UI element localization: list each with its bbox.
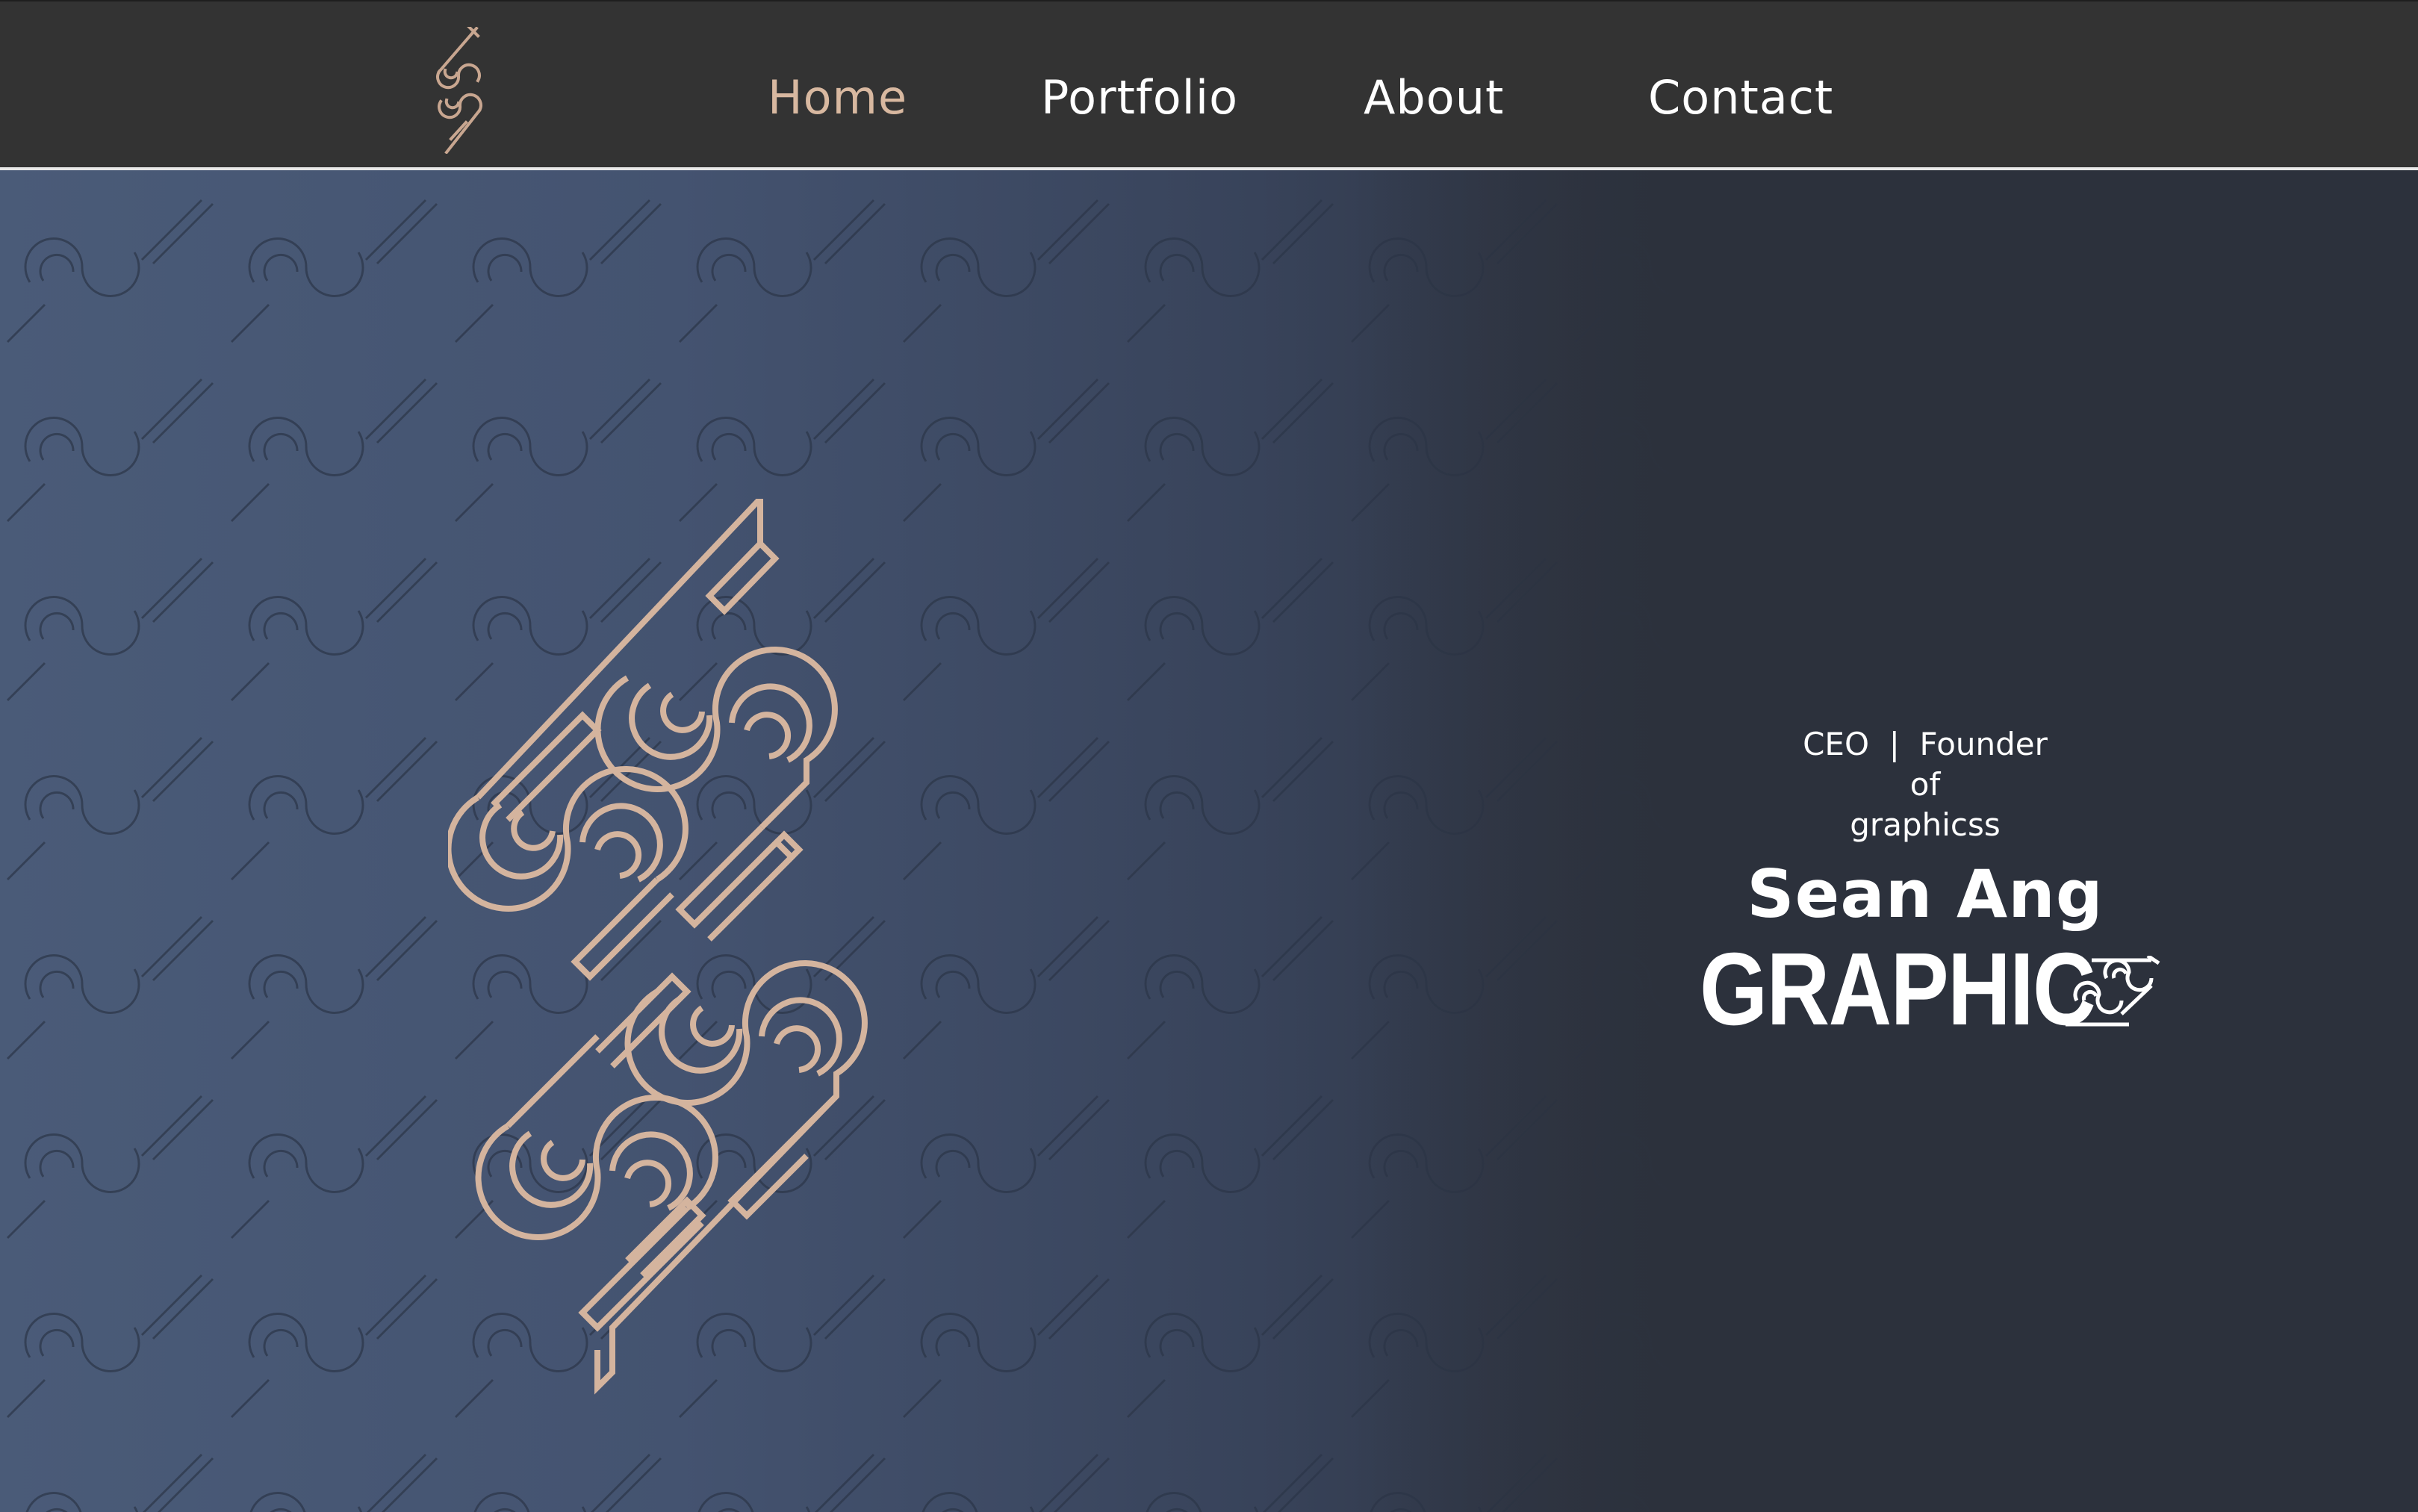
tagline-line-1: CEO | Founder: [1803, 726, 2048, 762]
person-name: Sean Ang: [1747, 856, 2104, 933]
nav-portfolio-link[interactable]: Portfolio: [1041, 70, 1238, 125]
role-tagline: CEO | Founder of graphicss: [1701, 724, 2149, 845]
nav-about-link[interactable]: About: [1364, 70, 1504, 125]
graphicss-logo-icon[interactable]: [424, 27, 499, 154]
brand-wordmark: GRAPHIC: [1700, 932, 2163, 1047]
nav-contact-link[interactable]: Contact: [1648, 70, 1833, 125]
graphicss-large-logo-icon: [448, 499, 868, 1395]
tagline-line-3: graphicss: [1850, 806, 2001, 843]
nav-home-link[interactable]: Home: [768, 70, 907, 125]
brand-wordmark-text: GRAPHIC: [1700, 932, 2096, 1047]
tagline-line-2: of: [1909, 766, 1941, 803]
graphicss-mark-icon: [2062, 956, 2160, 1027]
top-navigation-bar: Home Portfolio About Contact: [0, 0, 2418, 167]
hero-section: CEO | Founder of graphicss Sean Ang GRAP…: [0, 170, 2418, 1512]
